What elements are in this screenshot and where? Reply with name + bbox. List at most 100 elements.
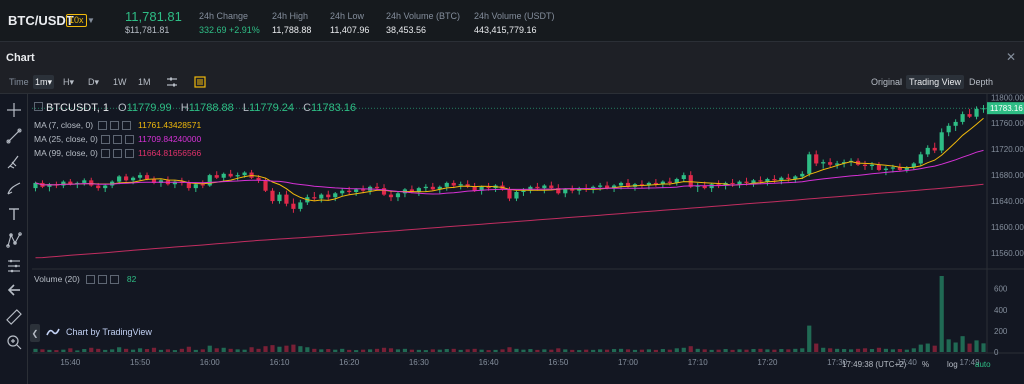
gear-icon[interactable] xyxy=(97,274,107,284)
log-toggle[interactable]: log xyxy=(947,360,958,369)
time-tick-label: 17:10 xyxy=(688,358,709,367)
volume-bar xyxy=(639,349,645,352)
volume-bar xyxy=(709,349,714,352)
candle-body xyxy=(319,194,324,199)
zoom-icon[interactable] xyxy=(4,332,24,352)
close-icon[interactable]: ✕ xyxy=(1006,50,1016,64)
open-label: O xyxy=(118,102,127,114)
view-depth[interactable]: Depth xyxy=(966,75,996,89)
view-original[interactable]: Original xyxy=(868,75,905,89)
volume-bar xyxy=(765,349,770,352)
chevron-down-icon[interactable]: ▼ xyxy=(87,16,95,25)
last-price: 11,781.81 xyxy=(125,9,182,24)
ruler-icon[interactable] xyxy=(4,307,24,327)
gear-icon[interactable] xyxy=(112,134,122,144)
volume-bar xyxy=(897,349,902,352)
close-icon[interactable] xyxy=(124,134,134,144)
plot-area[interactable]: 11800.00 11760.00 11720.00 11680.00 11640.00… xyxy=(0,93,1024,384)
candle-body xyxy=(61,181,66,186)
ma-value: 11709.84240000 xyxy=(138,134,202,144)
candle-body xyxy=(193,184,198,189)
candle-body xyxy=(430,186,435,190)
crosshair-icon[interactable] xyxy=(4,100,24,120)
interval-1mo[interactable]: 1M xyxy=(138,75,151,89)
percent-toggle[interactable]: % xyxy=(922,360,929,369)
volume-bar xyxy=(493,349,498,352)
eye-icon[interactable] xyxy=(100,148,110,158)
price-tick-label: 11800.00 xyxy=(991,94,1024,102)
volume-bar xyxy=(54,350,59,352)
price-tick-label: 11760.00 xyxy=(991,119,1024,128)
volume-bar xyxy=(430,349,435,352)
pattern-icon[interactable] xyxy=(4,230,24,250)
interval-1w[interactable]: 1W xyxy=(113,75,127,89)
volume-bar xyxy=(151,347,157,352)
stat-label: 24h Volume (USDT) xyxy=(474,11,555,21)
candle-body xyxy=(291,203,296,209)
chart-panel: Chart ✕ Time 1m▾ H▾ D▾ 1W 1M Original Tr… xyxy=(0,42,1024,384)
volume-bar xyxy=(437,349,442,352)
volume-bar xyxy=(862,348,868,352)
auto-toggle[interactable]: auto xyxy=(975,360,991,369)
price-tick-label: 11720.00 xyxy=(991,145,1024,154)
volume-bar xyxy=(960,336,965,352)
volume-bar xyxy=(800,348,805,352)
close-icon[interactable] xyxy=(109,274,119,284)
ma-label: MA (7, close, 0) xyxy=(34,120,94,130)
volume-bar xyxy=(242,349,247,352)
volume-bar xyxy=(660,349,665,352)
trendline-icon[interactable] xyxy=(4,126,24,146)
volume-bar xyxy=(75,350,80,352)
volume-bar xyxy=(584,349,589,352)
settings-sliders-icon[interactable] xyxy=(165,75,179,89)
volume-bar xyxy=(312,348,317,352)
brush-icon[interactable] xyxy=(4,152,24,172)
clock-readout: 17:49:38 (UTC+2) xyxy=(842,360,907,369)
tradingview-brand[interactable]: Chart by TradingView xyxy=(46,327,152,337)
volume-bar xyxy=(855,348,861,352)
close-label: C xyxy=(303,102,312,114)
volume-bar xyxy=(598,349,603,352)
eye-icon[interactable] xyxy=(85,274,95,284)
pen-icon[interactable] xyxy=(4,178,24,198)
close-icon[interactable] xyxy=(122,120,132,130)
collapse-toolbar-icon[interactable]: ❮ xyxy=(30,324,40,342)
close-icon[interactable] xyxy=(124,148,134,158)
text-icon[interactable] xyxy=(4,204,24,224)
volume-legend[interactable]: Volume (20) 82 xyxy=(34,274,136,284)
ma25-row[interactable]: MA (25, close, 0) 11709.84240000 xyxy=(34,134,201,144)
eye-icon[interactable] xyxy=(100,134,110,144)
ma99-row[interactable]: MA (99, close, 0) 11664.81656566 xyxy=(34,148,201,158)
volume-bar xyxy=(667,349,672,352)
volume-bar xyxy=(68,348,73,352)
interval-d[interactable]: D▾ xyxy=(88,75,99,89)
volume-bar xyxy=(500,349,505,352)
eye-icon[interactable] xyxy=(98,120,108,130)
volume-bar xyxy=(737,349,742,352)
gear-icon[interactable] xyxy=(110,120,120,130)
pair-selector[interactable]: BTC/USDT xyxy=(8,13,74,28)
candle-body xyxy=(486,186,491,189)
indicator-icon[interactable] xyxy=(193,75,207,89)
volume-bar xyxy=(409,349,414,352)
interval-1m[interactable]: 1m▾ xyxy=(33,75,55,89)
time-tick-label: 17:00 xyxy=(618,358,639,367)
volume-bar xyxy=(730,349,735,352)
candle-body xyxy=(862,164,868,167)
volume-bar xyxy=(723,349,728,352)
gear-icon[interactable] xyxy=(112,148,122,158)
interval-h[interactable]: H▾ xyxy=(63,75,74,89)
volume-value: 82 xyxy=(126,274,137,284)
candle-body xyxy=(709,184,714,189)
candle-body xyxy=(242,172,247,176)
fib-icon[interactable] xyxy=(4,256,24,276)
volume-bar xyxy=(981,343,986,352)
view-trading-view[interactable]: Trading View xyxy=(906,75,965,89)
collapse-legend-icon[interactable] xyxy=(34,102,43,111)
last-price-usd: $11,781.81 xyxy=(125,25,170,35)
ma7-row[interactable]: MA (7, close, 0) 11761.43428571 xyxy=(34,120,201,130)
back-arrow-icon[interactable] xyxy=(4,280,24,300)
volume-bar xyxy=(40,349,45,352)
volume-bar xyxy=(807,325,812,352)
volume-bar xyxy=(967,343,972,352)
